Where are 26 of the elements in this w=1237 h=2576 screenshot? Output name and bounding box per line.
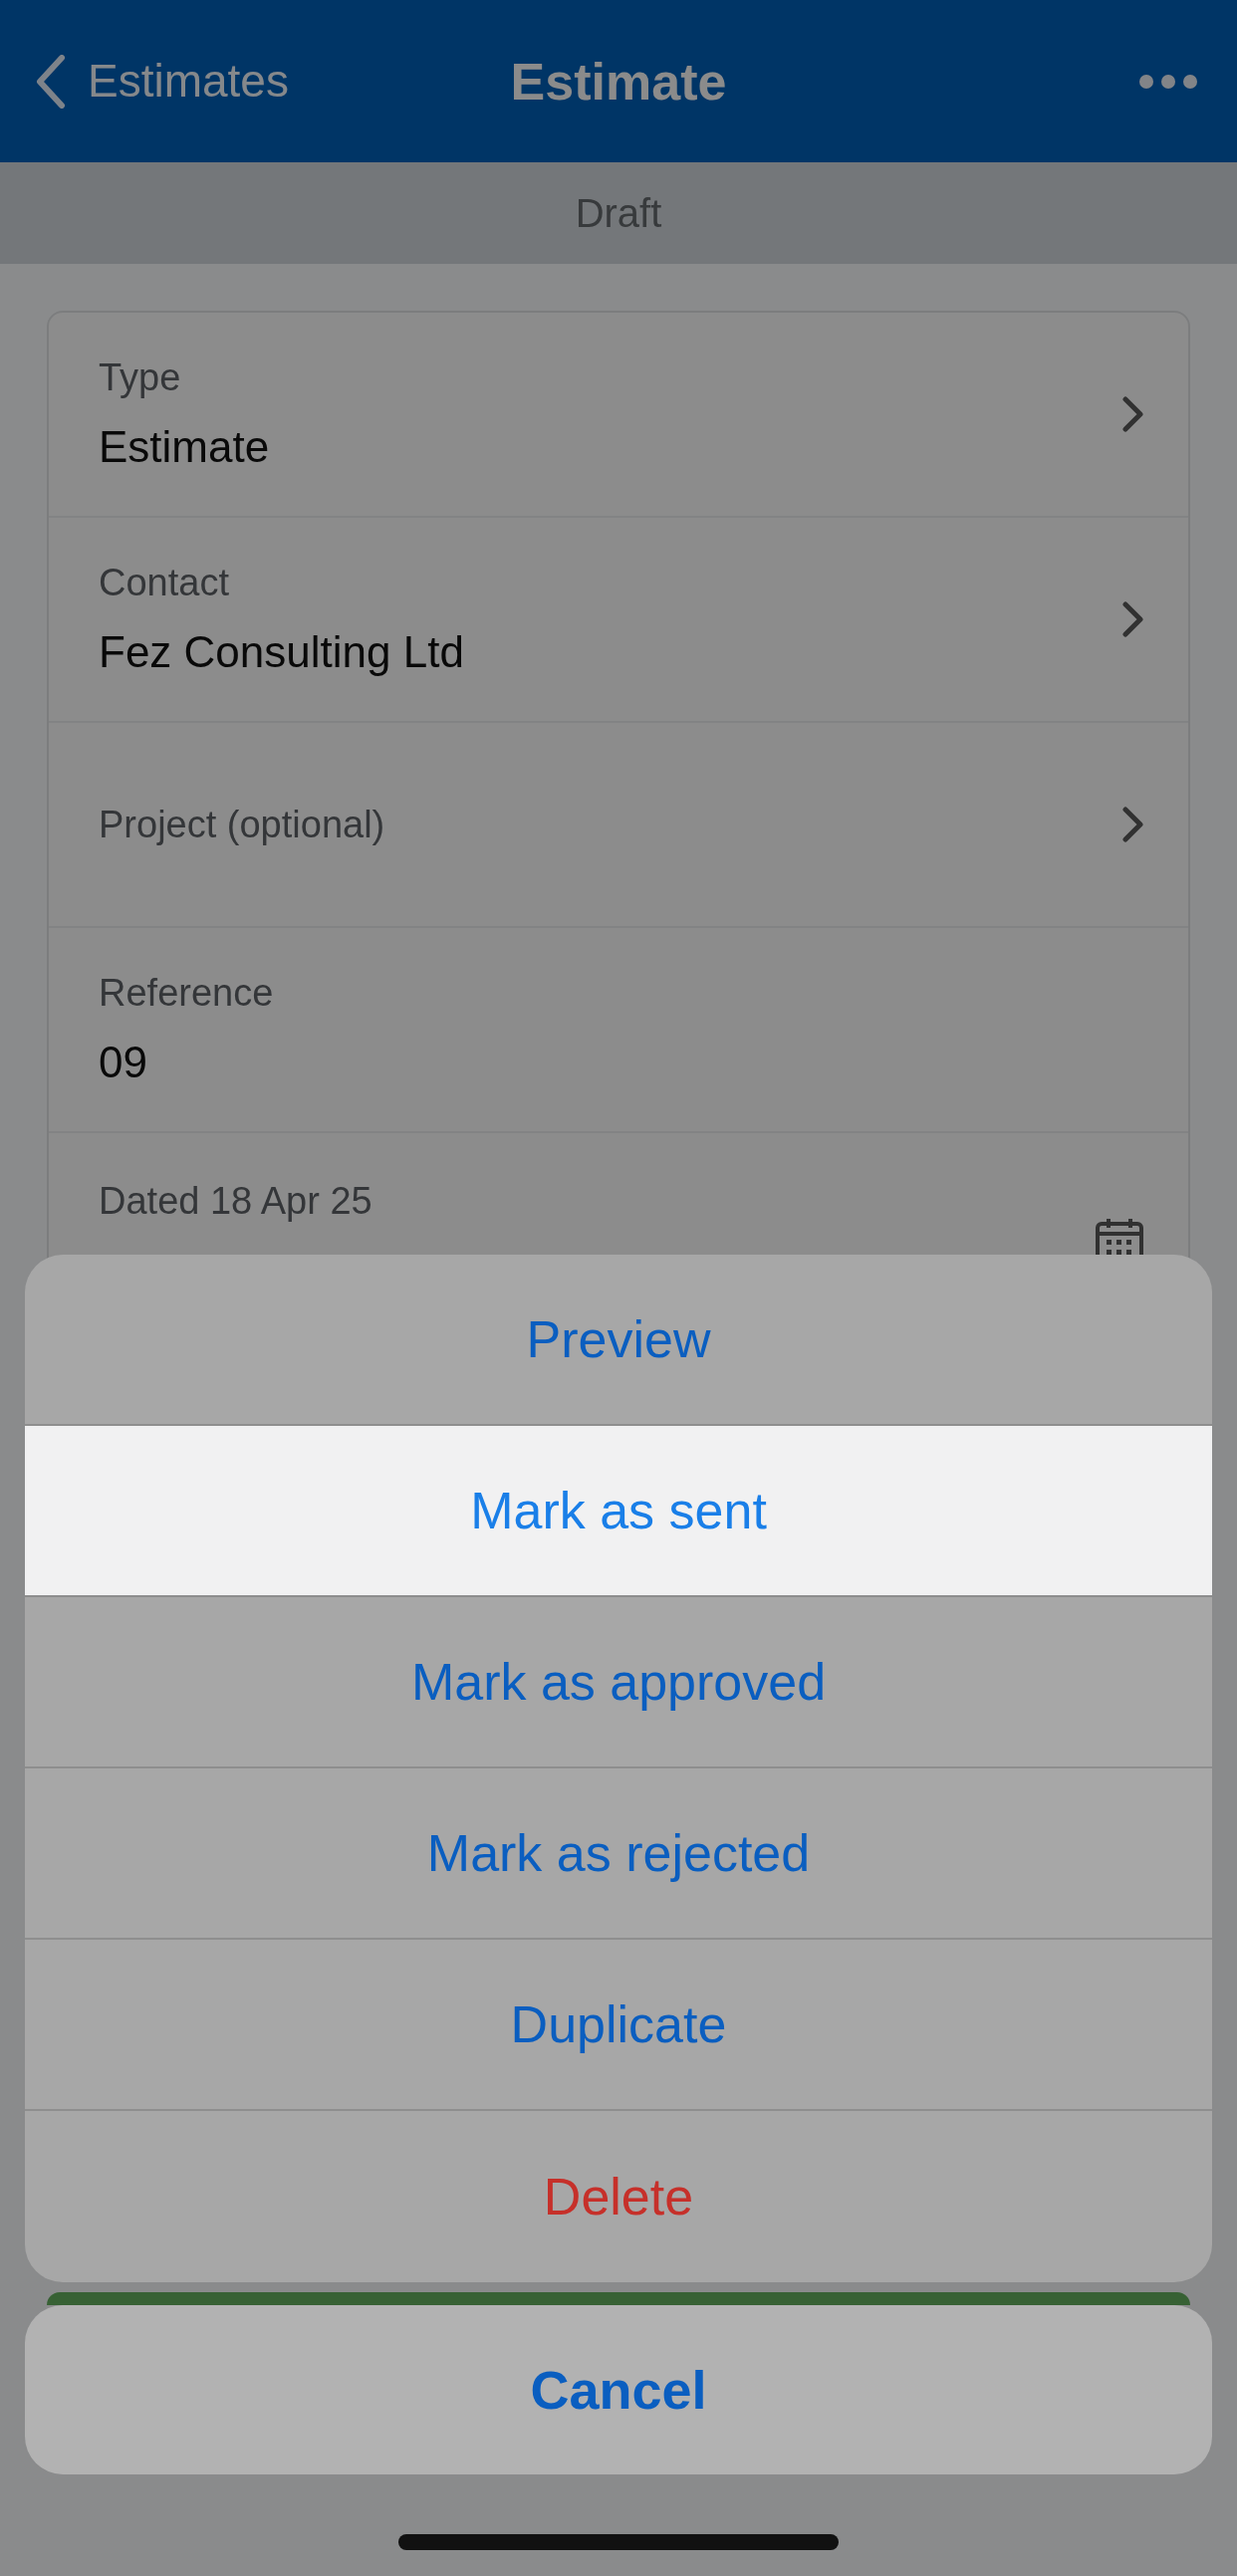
action-item[interactable]: Mark as rejected [25, 1768, 1212, 1940]
field-label: Dated 18 Apr 25 [99, 1179, 373, 1224]
form-row[interactable]: Project (optional) [49, 723, 1188, 928]
action-item[interactable]: Mark as approved [25, 1597, 1212, 1768]
action-item[interactable]: Duplicate [25, 1940, 1212, 2111]
status-label: Draft [575, 190, 662, 237]
field-label: Reference [99, 970, 275, 1016]
field-label: Project (optional) [99, 802, 386, 847]
back-label: Estimates [88, 54, 289, 109]
form-row[interactable]: Type Estimate [49, 313, 1188, 518]
field-value: Estimate [99, 420, 271, 473]
cancel-button[interactable]: Cancel [25, 2305, 1212, 2474]
field-label: Contact [99, 560, 230, 605]
back-button[interactable]: Estimates [36, 47, 289, 116]
chevron-icon [1122, 396, 1144, 432]
action-item[interactable]: Mark as sent [25, 1426, 1212, 1597]
back-chevron-icon [36, 54, 66, 109]
field-value: 09 [99, 1036, 148, 1088]
chevron-icon [1122, 807, 1144, 842]
screen-title: Estimate [510, 51, 727, 113]
field-label: Type [99, 354, 182, 400]
action-item[interactable]: Delete [25, 2111, 1212, 2282]
field-value: Fez Consulting Ltd [99, 625, 465, 678]
form-row[interactable]: Reference 09 [49, 928, 1188, 1133]
chevron-icon [1122, 601, 1144, 637]
form-row[interactable]: Contact Fez Consulting Ltd [49, 518, 1188, 723]
